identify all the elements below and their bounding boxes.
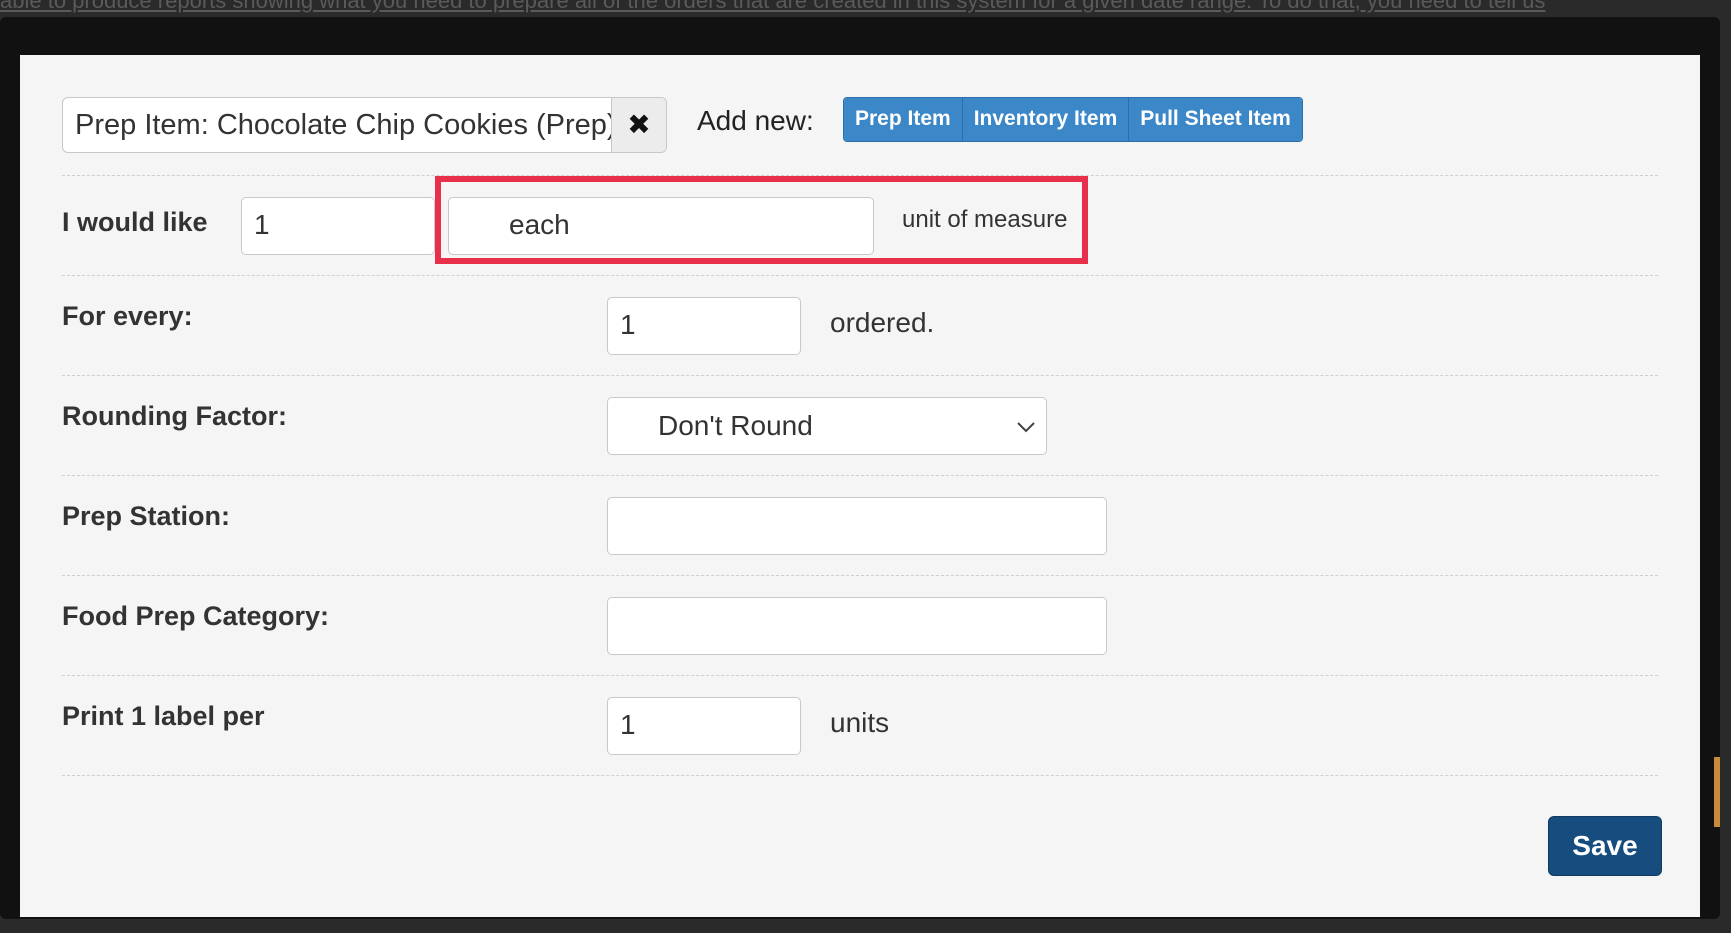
divider xyxy=(62,475,1658,476)
units-label: units xyxy=(830,707,890,738)
ordered-label: ordered. xyxy=(830,307,935,338)
item-select[interactable]: Prep Item: Chocolate Chip Cookies (Prep)… xyxy=(62,97,667,153)
divider xyxy=(62,675,1658,676)
prep-station-label: Prep Station: xyxy=(62,501,231,531)
food-prep-category-label: Food Prep Category: xyxy=(62,601,330,631)
divider xyxy=(62,775,1658,776)
rounding-factor-value: Don't Round xyxy=(658,410,813,441)
add-pull-sheet-item-button[interactable]: Pull Sheet Item xyxy=(1129,98,1302,141)
highlight-box xyxy=(435,176,1088,264)
print-label-label: Print 1 label per xyxy=(62,701,265,731)
background-accent xyxy=(1714,757,1720,827)
prep-station-input[interactable] xyxy=(607,497,1107,555)
item-select-value: Prep Item: Chocolate Chip Cookies (Prep) xyxy=(75,109,617,141)
divider xyxy=(62,275,1658,276)
print-label-input[interactable]: 1 xyxy=(607,697,801,755)
add-inventory-item-button[interactable]: Inventory Item xyxy=(962,98,1130,141)
clear-icon[interactable]: ✖ xyxy=(611,98,666,152)
divider xyxy=(62,375,1658,376)
rounding-factor-label: Rounding Factor: xyxy=(62,401,287,431)
for-every-label: For every: xyxy=(62,301,193,331)
quantity-input[interactable]: 1 xyxy=(241,197,435,255)
divider xyxy=(62,575,1658,576)
rounding-factor-select[interactable]: Don't Round xyxy=(607,397,1047,455)
background-text: able to produce reports showing what you… xyxy=(0,0,1546,13)
prep-item-modal: Prep Item: Chocolate Chip Cookies (Prep)… xyxy=(20,55,1700,917)
food-prep-category-input[interactable] xyxy=(607,597,1107,655)
add-new-button-group: Prep Item Inventory Item Pull Sheet Item xyxy=(843,97,1303,142)
for-every-input[interactable]: 1 xyxy=(607,297,801,355)
chevron-down-icon xyxy=(1016,398,1036,454)
modal-frame: Prep Item: Chocolate Chip Cookies (Prep)… xyxy=(0,17,1720,919)
add-prep-item-button[interactable]: Prep Item xyxy=(844,98,963,141)
add-new-label: Add new: xyxy=(697,105,814,136)
would-like-label: I would like xyxy=(62,207,208,237)
save-button[interactable]: Save xyxy=(1548,816,1662,876)
